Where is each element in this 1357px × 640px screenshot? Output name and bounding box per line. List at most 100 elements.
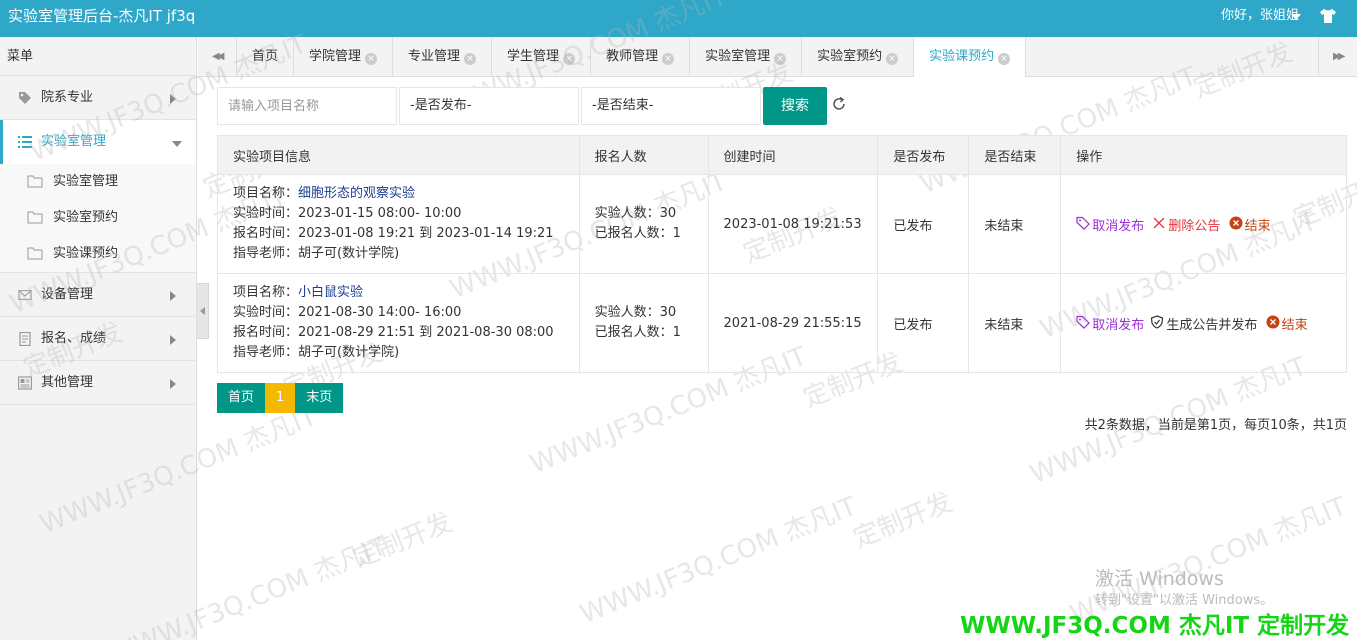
brand-footer: WWW.JF3Q.COM 杰凡IT 定制开发 (960, 613, 1350, 639)
unpublish-label: 取消发布 (1092, 218, 1145, 234)
tab-student[interactable]: 学生管理 × (492, 37, 592, 76)
sidebar-subitem-lab-booking[interactable]: 实验室预约 (0, 200, 196, 236)
newspaper-icon (18, 376, 32, 390)
pagination: 首页 1 末页 (217, 383, 344, 413)
column-header: 报名人数 (578, 135, 709, 175)
close-icon[interactable]: × (464, 53, 477, 65)
sidebar-subitem-label: 实验课预约 (53, 246, 119, 261)
tabs: 首页 学院管理 × 专业管理 × 学生管理 × 教师管理 × 实验室管理 × 实验室预约 ×… (237, 37, 1027, 77)
ended-status-cell: 未结束 (968, 174, 1062, 274)
delete-notice-button[interactable]: 删除公告 (1152, 215, 1220, 234)
sidebar: 菜单 院系专业 实验室管理 实验室管理 实验室预约 实验课预约 设备管理 报名、… (0, 37, 197, 640)
first-page-button[interactable]: 首页 (217, 383, 266, 413)
tab-label: 学生管理 (507, 49, 560, 64)
tab-course-booking[interactable]: 实验课预约 × (914, 37, 1027, 77)
search-button[interactable]: 搜索 (763, 87, 827, 125)
activation-title: 激活 Windows (1095, 568, 1224, 590)
chevron-right-icon (170, 94, 176, 104)
close-icon[interactable]: × (886, 53, 899, 65)
project-name-label: 项目名称： (233, 285, 299, 300)
shield-check-icon (1151, 314, 1164, 329)
unpublish-label: 取消发布 (1092, 317, 1145, 333)
top-header: 实验室管理后台-杰凡IT jf3q 你好，张姐姐 (0, 0, 1357, 37)
windows-activation-notice: 激活 Windows 转到"设置"以激活 Windows。 (1095, 566, 1273, 610)
mail-icon (18, 290, 32, 300)
generate-notice-button[interactable]: 生成公告并发布 (1150, 314, 1257, 333)
current-page[interactable]: 1 (265, 383, 296, 413)
sidebar-header: 菜单 (0, 37, 196, 76)
sidebar-item-other[interactable]: 其他管理 (0, 361, 196, 405)
tab-scroll-left-button[interactable]: ◀◀ (198, 37, 237, 76)
sidebar-collapse-handle[interactable] (197, 283, 209, 339)
close-icon[interactable]: × (998, 53, 1011, 65)
chevron-right-icon (170, 335, 176, 345)
chevron-right-icon (170, 379, 176, 389)
sidebar-item-departments[interactable]: 院系专业 (0, 76, 196, 120)
sidebar-item-label: 实验室管理 (41, 134, 107, 149)
unpublish-button[interactable]: 取消发布 (1076, 215, 1144, 234)
experiment-time: 实验时间：2021-08-30 14:00- 16:00 (233, 305, 462, 320)
tab-home[interactable]: 首页 (237, 37, 295, 76)
tab-label: 专业管理 (408, 49, 461, 64)
chevron-right-icon (170, 291, 176, 301)
watermark: 定制开发 (849, 487, 957, 555)
refresh-icon[interactable] (831, 96, 847, 112)
watermark: WWW.JF3Q.COM 杰凡IT (576, 491, 861, 631)
tab-lab[interactable]: 实验室管理 × (690, 37, 803, 76)
signup-time: 报名时间：2021-08-29 21:51 到 2021-08-30 08:00 (233, 325, 554, 340)
project-name-search-input[interactable] (217, 87, 397, 125)
tab-scroll-right-button[interactable]: ▶▶ (1318, 37, 1357, 76)
close-circle-icon (1266, 315, 1280, 328)
end-label: 结束 (1244, 218, 1271, 234)
column-header: 是否结束 (968, 135, 1062, 175)
tab-lab-booking[interactable]: 实验室预约 × (802, 37, 915, 76)
sidebar-item-lab-management[interactable]: 实验室管理 (0, 120, 196, 164)
tab-label: 实验室管理 (705, 49, 771, 64)
last-page-button[interactable]: 末页 (295, 383, 344, 413)
chevron-down-icon[interactable] (1291, 14, 1301, 20)
delete-notice-label: 删除公告 (1168, 218, 1221, 234)
end-button[interactable]: 结束 (1229, 215, 1271, 234)
tab-bar: ◀◀ 首页 学院管理 × 专业管理 × 学生管理 × 教师管理 × 实验室管理 × 实验室… (198, 37, 1357, 77)
sidebar-item-equipment[interactable]: 设备管理 (0, 273, 196, 317)
tab-college[interactable]: 学院管理 × (294, 37, 394, 76)
close-circle-icon (1229, 216, 1243, 229)
sidebar-subitem-course-booking[interactable]: 实验课预约 (0, 236, 196, 272)
tab-label: 首页 (252, 49, 279, 64)
enrollment-cell: 实验人数：30 已报名人数：1 (578, 273, 709, 373)
column-header: 创建时间 (707, 135, 879, 175)
project-name-link[interactable]: 细胞形态的观察实验 (298, 186, 415, 201)
column-header: 操作 (1060, 135, 1347, 175)
end-button[interactable]: 结束 (1266, 314, 1308, 333)
unpublish-button[interactable]: 取消发布 (1076, 314, 1144, 333)
tab-label: 实验课预约 (929, 49, 995, 64)
theme-shirt-icon[interactable] (1319, 8, 1337, 24)
enrolled-count: 已报名人数：1 (594, 226, 681, 241)
project-info-cell: 项目名称：小白鼠实验 实验时间：2021-08-30 14:00- 16:00 … (217, 273, 580, 373)
close-icon[interactable]: × (563, 53, 576, 65)
folder-icon (27, 175, 43, 188)
close-icon[interactable]: × (662, 53, 675, 65)
close-icon[interactable]: × (774, 53, 787, 65)
sidebar-item-label: 设备管理 (41, 287, 94, 302)
sidebar-subitem-label: 实验室预约 (53, 210, 119, 225)
sidebar-subitem-lab-management[interactable]: 实验室管理 (0, 164, 196, 200)
ended-select[interactable]: -是否结束- (581, 87, 761, 125)
tab-major[interactable]: 专业管理 × (393, 37, 493, 76)
sidebar-subitem-label: 实验室管理 (53, 174, 119, 189)
teacher: 指导老师：胡子可(数计学院) (233, 246, 400, 261)
close-icon[interactable]: × (365, 53, 378, 65)
enrolled-count: 已报名人数：1 (594, 325, 681, 340)
project-name-link[interactable]: 小白鼠实验 (298, 285, 363, 300)
tab-teacher[interactable]: 教师管理 × (591, 37, 691, 76)
sidebar-item-enroll-scores[interactable]: 报名、成绩 (0, 317, 196, 361)
experiment-time: 实验时间：2023-01-15 08:00- 10:00 (233, 206, 462, 221)
capacity: 实验人数：30 (594, 305, 677, 320)
created-time-cell: 2023-01-08 19:21:53 (707, 174, 879, 274)
user-menu[interactable]: 你好，张姐姐 (1221, 7, 1299, 25)
tag-icon (19, 92, 31, 104)
signup-time: 报名时间：2023-01-08 19:21 到 2023-01-14 19:21 (233, 226, 554, 241)
pagination-summary: 共2条数据，当前是第1页，每页10条，共1页 (1084, 418, 1347, 433)
published-select[interactable]: -是否发布- (399, 87, 579, 125)
double-chevron-right-icon: ▶▶ (1333, 51, 1346, 62)
